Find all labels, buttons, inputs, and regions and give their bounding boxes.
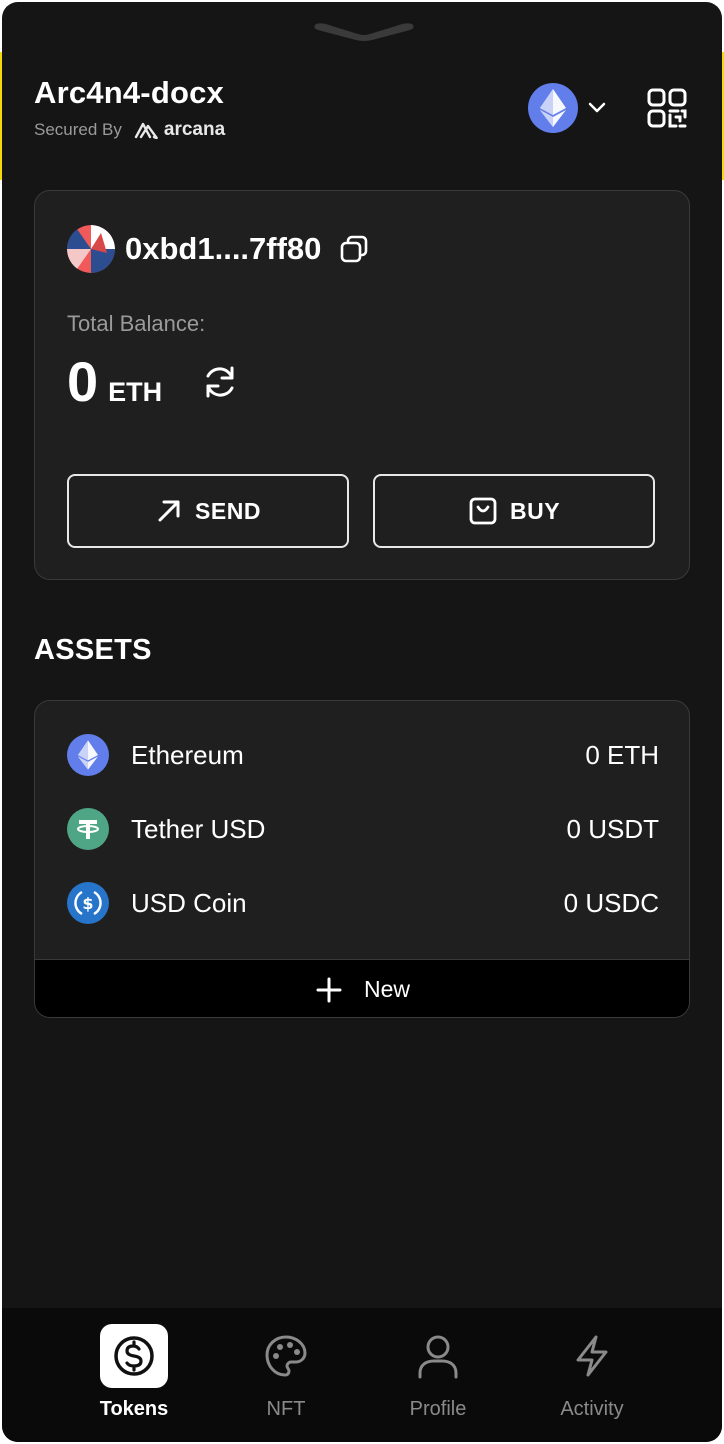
address-row: 0xbd1....7ff80: [67, 225, 369, 273]
nav-tokens-icon-wrap: [100, 1324, 168, 1388]
nav-label: Profile: [409, 1398, 467, 1420]
nav-tokens[interactable]: Tokens: [74, 1324, 194, 1428]
assets-list: Ethereum 0 ETH Tether USD 0 USDT $ USD C…: [34, 700, 690, 1018]
nav-label: Tokens: [99, 1398, 169, 1420]
balance-card: 0xbd1....7ff80 Total Balance: 0 ETH SEND: [34, 190, 690, 580]
svg-text:$: $: [82, 894, 93, 913]
asset-balance: 0 USDT: [566, 813, 659, 844]
plus-icon: [316, 977, 342, 1002]
send-label: SEND: [195, 497, 261, 524]
nav-label: NFT: [266, 1398, 306, 1420]
nav-profile[interactable]: Profile: [378, 1324, 498, 1428]
asset-name: USD Coin: [131, 887, 247, 918]
lightning-icon: [576, 1335, 608, 1377]
tether-icon: [67, 808, 109, 850]
ethereum-icon: [528, 83, 578, 133]
refresh-icon[interactable]: [201, 363, 239, 401]
shopping-bag-icon: [469, 497, 497, 525]
add-new-asset-button[interactable]: New: [35, 959, 689, 1017]
asset-row-usdc[interactable]: $ USD Coin 0 USDC: [67, 881, 659, 925]
secured-by-label: Secured By: [34, 120, 122, 139]
asset-row-ethereum[interactable]: Ethereum 0 ETH: [67, 733, 659, 777]
copy-icon[interactable]: [339, 234, 369, 264]
asset-row-tether[interactable]: Tether USD 0 USDT: [67, 807, 659, 851]
buy-label: BUY: [509, 497, 561, 524]
new-label: New: [363, 976, 410, 1002]
nav-nft-icon-wrap: [252, 1324, 320, 1388]
collapse-handle-icon[interactable]: [312, 18, 416, 42]
nav-label: Activity: [560, 1398, 624, 1420]
send-button[interactable]: SEND: [67, 474, 349, 548]
balance-unit: ETH: [108, 377, 163, 407]
asset-name: Tether USD: [131, 813, 266, 844]
asset-name: Ethereum: [131, 739, 244, 770]
ethereum-icon: [67, 734, 109, 776]
chevron-down-icon: [588, 102, 606, 113]
balance-amount: 0: [67, 350, 99, 413]
bottom-nav: Tokens NFT Profile Activity: [2, 1308, 722, 1442]
arcana-logo: arcana: [134, 119, 225, 141]
arcana-logo-icon: [134, 122, 158, 139]
nav-profile-icon-wrap: [404, 1324, 472, 1388]
dollar-circle-icon: [114, 1336, 154, 1376]
app-title: Arc4n4-docx: [34, 75, 224, 110]
asset-balance: 0 ETH: [585, 739, 659, 770]
arcana-brand-text: arcana: [163, 119, 226, 140]
total-balance-label: Total Balance:: [67, 311, 206, 336]
nav-activity[interactable]: Activity: [532, 1324, 652, 1428]
wallet-panel: Arc4n4-docx Secured By arcana 0xbd1....7…: [2, 2, 722, 1442]
asset-balance: 0 USDC: [563, 887, 659, 918]
qr-code-icon[interactable]: [646, 87, 688, 129]
user-icon: [418, 1335, 458, 1379]
wallet-address: 0xbd1....7ff80: [125, 231, 322, 266]
network-selector[interactable]: [528, 80, 612, 136]
assets-heading: ASSETS: [34, 634, 152, 666]
balance-value: 0 ETH: [67, 349, 162, 414]
buy-button[interactable]: BUY: [373, 474, 655, 548]
nav-activity-icon-wrap: [558, 1324, 626, 1388]
palette-icon: [265, 1335, 307, 1377]
secured-by-line: Secured By arcana: [34, 119, 225, 141]
nav-nft[interactable]: NFT: [226, 1324, 346, 1428]
arrow-up-right-icon: [158, 500, 180, 522]
usdc-icon: $: [67, 882, 109, 924]
avatar: [67, 225, 115, 273]
